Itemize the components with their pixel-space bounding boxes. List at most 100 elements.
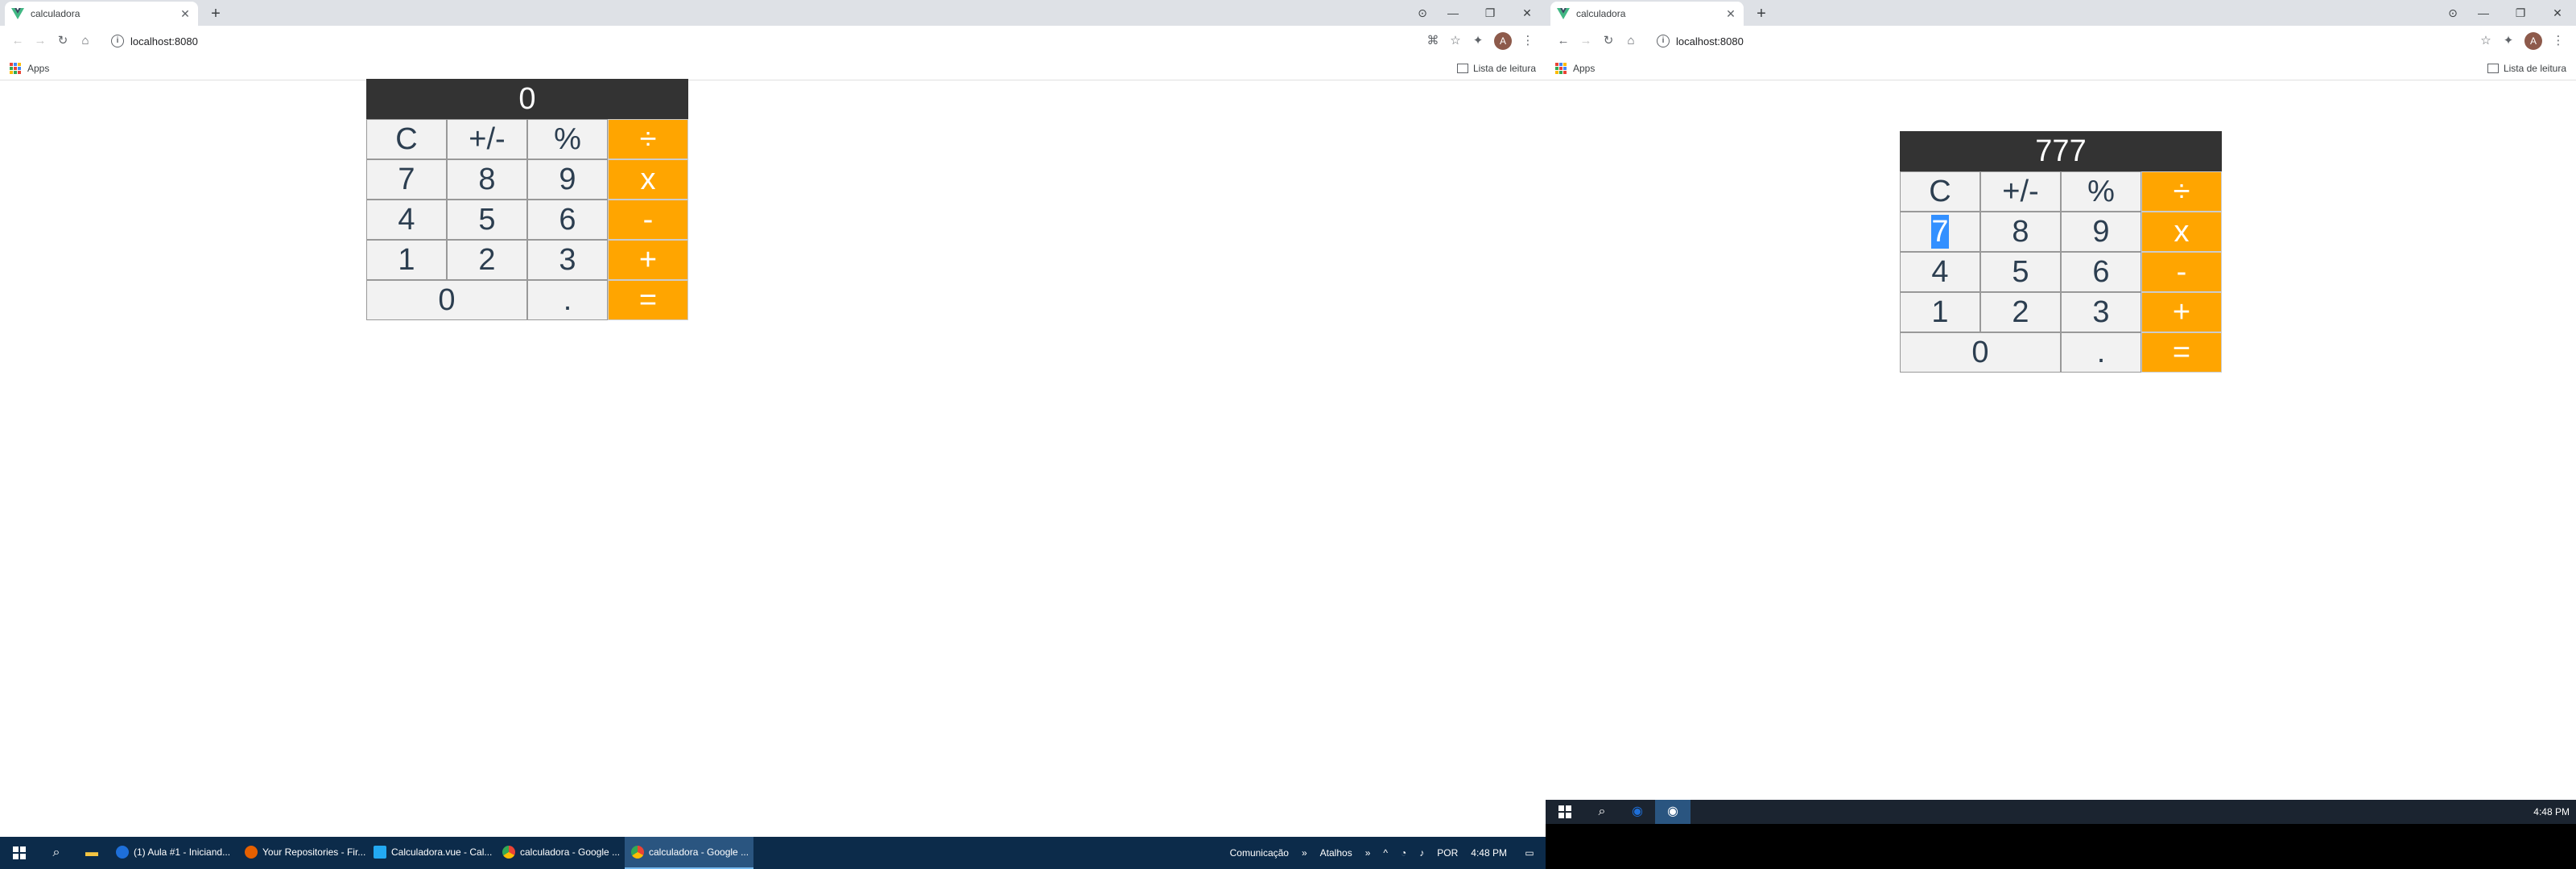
reading-list-button[interactable]: Lista de leitura (1456, 63, 1536, 74)
minimize-button[interactable]: — (2465, 0, 2502, 26)
close-window-button[interactable]: ✕ (2539, 0, 2576, 26)
digit-4-button[interactable]: 4 (1900, 252, 1980, 292)
chevron-double-icon[interactable]: » (1295, 847, 1314, 859)
minimize-button[interactable]: — (1435, 0, 1472, 26)
address-bar[interactable]: i localhost:8080 (103, 30, 1415, 52)
reload-button[interactable]: ↻ (1597, 30, 1620, 52)
divide-button[interactable]: ÷ (2141, 171, 2222, 212)
bookmark-star-icon[interactable]: ☆ (1444, 30, 1467, 52)
add-button[interactable]: + (2141, 292, 2222, 332)
digit-7-button[interactable]: 7 (366, 159, 447, 200)
home-button[interactable]: ⌂ (74, 30, 97, 52)
network-icon[interactable]: ◔ (1394, 847, 1413, 859)
address-bar[interactable]: i localhost:8080 (1649, 30, 2468, 52)
site-info-icon[interactable]: i (1657, 35, 1670, 47)
digit-5-button[interactable]: 5 (1980, 252, 2061, 292)
profile-avatar[interactable]: A (2524, 32, 2542, 50)
chrome-icon[interactable]: ◉ (1655, 800, 1690, 824)
digit-1-button[interactable]: 1 (366, 240, 447, 280)
profile-avatar[interactable]: A (1494, 32, 1512, 50)
forward-button[interactable]: → (29, 30, 52, 52)
forward-button[interactable]: → (1575, 30, 1597, 52)
multiply-button[interactable]: x (608, 159, 688, 200)
language-indicator[interactable]: POR (1430, 847, 1464, 859)
decimal-button[interactable]: . (2061, 332, 2141, 373)
qr-code-icon[interactable]: ⌘ (1422, 30, 1444, 52)
taskbar-app-edge[interactable]: (1) Aula #1 - Iniciand... (109, 837, 238, 869)
search-icon[interactable]: ⌕ (39, 837, 74, 869)
multiply-button[interactable]: x (2141, 212, 2222, 252)
digit-2-button[interactable]: 2 (447, 240, 527, 280)
subtract-button[interactable]: - (608, 200, 688, 240)
volume-icon[interactable]: ♪ (1413, 847, 1430, 859)
new-tab-button[interactable]: + (1752, 5, 1771, 24)
edge-icon[interactable]: ◉ (1620, 800, 1655, 824)
chevron-double-icon[interactable]: » (1359, 847, 1377, 859)
menu-kebab-icon[interactable]: ⋮ (2547, 30, 2570, 52)
start-button[interactable] (0, 837, 39, 869)
apps-grid-icon[interactable] (10, 62, 21, 74)
clear-button[interactable]: C (1900, 171, 1980, 212)
clock[interactable]: 4:48 PM (2527, 806, 2576, 818)
digit-4-button[interactable]: 4 (366, 200, 447, 240)
digit-6-button[interactable]: 6 (2061, 252, 2141, 292)
tab-close-icon[interactable]: ✕ (179, 7, 192, 20)
clear-button[interactable]: C (366, 119, 447, 159)
sign-toggle-button[interactable]: +/- (1980, 171, 2061, 212)
taskbar-app-firefox[interactable]: Your Repositories - Fir... (238, 837, 367, 869)
start-button[interactable] (1546, 800, 1584, 824)
new-tab-button[interactable]: + (206, 5, 225, 24)
file-explorer-icon[interactable]: ▬ (74, 837, 109, 869)
extensions-icon[interactable]: ✦ (2497, 30, 2520, 52)
taskbar-app-chrome-1[interactable]: calculadora - Google ... (496, 837, 625, 869)
digit-0-button[interactable]: 0 (1900, 332, 2061, 373)
notification-icon[interactable]: ▭ (1513, 847, 1546, 859)
site-info-icon[interactable]: i (111, 35, 124, 47)
equals-button[interactable]: = (2141, 332, 2222, 373)
search-icon[interactable]: ⌕ (1584, 800, 1620, 824)
subtract-button[interactable]: - (2141, 252, 2222, 292)
reload-button[interactable]: ↻ (52, 30, 74, 52)
tray-atalhos[interactable]: Atalhos (1314, 847, 1359, 859)
record-icon[interactable]: ⊙ (2441, 0, 2465, 26)
add-button[interactable]: + (608, 240, 688, 280)
decimal-button[interactable]: . (527, 280, 608, 320)
extensions-icon[interactable]: ✦ (1467, 30, 1489, 52)
reading-list-button[interactable]: Lista de leitura (2487, 63, 2566, 74)
bookmark-star-icon[interactable]: ☆ (2475, 30, 2497, 52)
digit-5-button[interactable]: 5 (447, 200, 527, 240)
browser-tab[interactable]: calculadora ✕ (1550, 2, 1744, 26)
digit-3-button[interactable]: 3 (2061, 292, 2141, 332)
clock[interactable]: 4:48 PM (1464, 847, 1513, 859)
close-window-button[interactable]: ✕ (1509, 0, 1546, 26)
digit-1-button[interactable]: 1 (1900, 292, 1980, 332)
back-button[interactable]: ← (1552, 30, 1575, 52)
restore-button[interactable]: ❐ (1472, 0, 1509, 26)
tab-close-icon[interactable]: ✕ (1724, 7, 1737, 20)
digit-8-button[interactable]: 8 (447, 159, 527, 200)
chevron-up-icon[interactable]: ^ (1377, 847, 1394, 859)
back-button[interactable]: ← (6, 30, 29, 52)
digit-8-button[interactable]: 8 (1980, 212, 2061, 252)
record-icon[interactable]: ⊙ (1410, 0, 1435, 26)
browser-tab[interactable]: calculadora ✕ (5, 2, 198, 26)
taskbar-app-vscode[interactable]: Calculadora.vue - Cal... (367, 837, 496, 869)
digit-7-button[interactable]: 7 (1900, 212, 1980, 252)
taskbar-app-chrome-2[interactable]: calculadora - Google ... (625, 837, 753, 869)
restore-button[interactable]: ❐ (2502, 0, 2539, 26)
divide-button[interactable]: ÷ (608, 119, 688, 159)
percent-button[interactable]: % (527, 119, 608, 159)
menu-kebab-icon[interactable]: ⋮ (1517, 30, 1539, 52)
digit-2-button[interactable]: 2 (1980, 292, 2061, 332)
digit-9-button[interactable]: 9 (2061, 212, 2141, 252)
apps-bookmark[interactable]: Apps (1573, 63, 1595, 74)
percent-button[interactable]: % (2061, 171, 2141, 212)
apps-grid-icon[interactable] (1555, 62, 1567, 74)
home-button[interactable]: ⌂ (1620, 30, 1642, 52)
equals-button[interactable]: = (608, 280, 688, 320)
digit-9-button[interactable]: 9 (527, 159, 608, 200)
sign-toggle-button[interactable]: +/- (447, 119, 527, 159)
digit-0-button[interactable]: 0 (366, 280, 527, 320)
apps-bookmark[interactable]: Apps (27, 63, 49, 74)
digit-6-button[interactable]: 6 (527, 200, 608, 240)
